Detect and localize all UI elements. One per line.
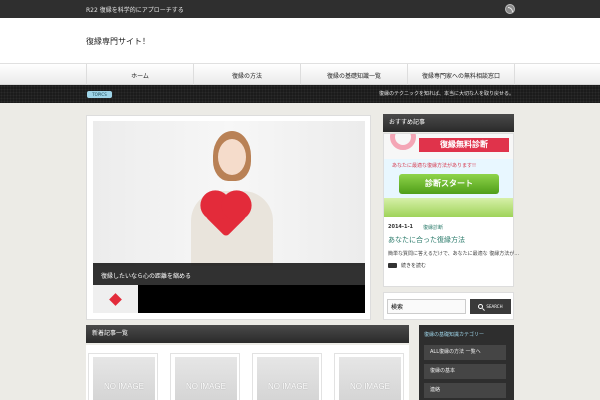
arrow-icon — [388, 263, 397, 268]
nav-item-home[interactable]: ホーム — [87, 64, 194, 86]
banner-grass — [384, 198, 513, 217]
post-card[interactable]: NO IMAGE — [252, 353, 322, 400]
topics-bar: TOPICS 復縁のテクニックを知れば、本当に大切な人を取り戻せる。 — [0, 85, 600, 103]
featured-slider: 復縁したいなら心の距離を縮める — [86, 115, 371, 320]
no-image-placeholder: NO IMAGE — [339, 357, 401, 400]
heart-icon — [109, 293, 122, 306]
read-more-link[interactable]: 続きを読む — [401, 262, 426, 269]
ring-icon — [390, 134, 416, 150]
site-header: 復縁専門サイト！ — [0, 18, 600, 63]
banner-subtitle: あなたに最適な復縁方法があります!! — [392, 163, 477, 169]
nav-item-methods[interactable]: 復縁の方法 — [194, 64, 301, 86]
search-button-label: SEARCH — [486, 304, 503, 309]
slider-thumbnails — [93, 285, 365, 313]
post-card[interactable]: NO IMAGE — [88, 353, 158, 400]
post-date: 2014-1-1 — [388, 224, 414, 230]
rss-icon[interactable] — [505, 4, 515, 14]
post-excerpt: 簡単な質問に答えるだけで、あなたに最適な 復縁方法が… — [388, 251, 520, 257]
site-tagline: R22 復縁を科学的にアプローチする — [86, 7, 184, 14]
search-input[interactable] — [387, 299, 466, 314]
top-bar: R22 復縁を科学的にアプローチする — [0, 0, 600, 18]
site-title[interactable]: 復縁専門サイト！ — [86, 36, 150, 47]
slider-caption[interactable]: 復縁したいなら心の距離を縮める — [101, 271, 191, 280]
category-item[interactable]: 復縁の基本 — [424, 364, 506, 379]
latest-posts-heading: 新着記事一覧 — [86, 325, 409, 343]
category-widget: 復縁の基礎知識カテゴリー ALL復縁の方法 一覧へ 復縁の基本 連絡 — [419, 325, 514, 400]
post-category[interactable]: 復縁診断 — [423, 224, 443, 231]
search-icon — [478, 304, 484, 309]
post-title[interactable]: あなたに合った復縁方法 — [388, 235, 465, 245]
slider-caption-bar: 復縁したいなら心の距離を縮める — [93, 263, 365, 285]
search-button[interactable]: SEARCH — [470, 299, 511, 314]
latest-posts-grid: NO IMAGE NO IMAGE NO IMAGE NO IMAGE — [86, 345, 409, 400]
recommended-heading: おすすめ記事 — [383, 114, 514, 132]
slider-thumbnail[interactable] — [93, 285, 138, 313]
nav-item-basics[interactable]: 復縁の基礎知識一覧 — [301, 64, 408, 86]
category-item[interactable]: ALL復縁の方法 一覧へ — [424, 345, 506, 360]
post-card[interactable]: NO IMAGE — [334, 353, 404, 400]
slider-photo[interactable] — [93, 121, 365, 266]
topics-headline[interactable]: 復縁のテクニックを知れば、本当に大切な人を取り戻せる。 — [379, 90, 514, 97]
diagnosis-start-button[interactable]: 診断スタート — [399, 174, 499, 194]
no-image-placeholder: NO IMAGE — [175, 357, 237, 400]
category-item[interactable]: 連絡 — [424, 383, 506, 398]
photo-person-face — [218, 139, 246, 175]
nav-item-consult[interactable]: 復縁専門家への無料相談窓口 — [408, 64, 515, 86]
diagnosis-banner[interactable]: 復縁無料診断 あなたに最適な復縁方法があります!! 診断スタート — [384, 134, 513, 217]
recommended-post: 復縁無料診断 あなたに最適な復縁方法があります!! 診断スタート 2014-1-… — [383, 133, 519, 287]
topics-badge: TOPICS — [87, 91, 112, 98]
category-heading: 復縁の基礎知識カテゴリー — [424, 332, 485, 338]
post-card[interactable]: NO IMAGE — [170, 353, 240, 400]
no-image-placeholder: NO IMAGE — [257, 357, 319, 400]
no-image-placeholder: NO IMAGE — [93, 357, 155, 400]
global-nav: ホーム 復縁の方法 復縁の基礎知識一覧 復縁専門家への無料相談窓口 — [0, 63, 600, 86]
banner-title: 復縁無料診断 — [419, 138, 509, 152]
search-widget: SEARCH — [383, 292, 514, 320]
